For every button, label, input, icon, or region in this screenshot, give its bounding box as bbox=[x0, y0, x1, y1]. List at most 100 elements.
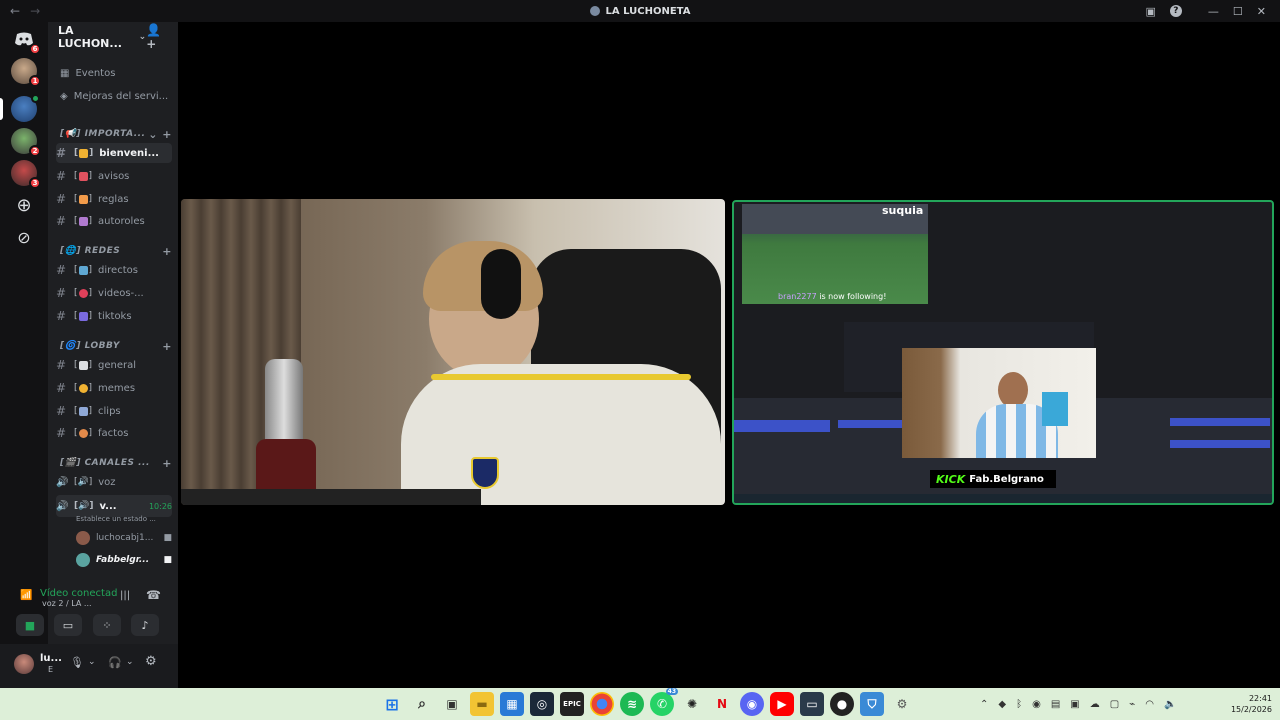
server-badge: 1 bbox=[29, 75, 41, 87]
activities-button[interactable]: ⁘ bbox=[93, 614, 121, 636]
chevron-up-icon[interactable]: ⌃ bbox=[980, 699, 988, 710]
obs-panel-sources bbox=[838, 420, 902, 428]
camera-button[interactable]: ■ bbox=[16, 614, 44, 636]
emoji-icon: [] bbox=[74, 216, 93, 226]
category-canales[interactable]: [🎬] CANALES ... + bbox=[60, 455, 172, 471]
youtube-icon[interactable]: ▶ bbox=[770, 692, 794, 716]
chevron-down-icon: ⌄ bbox=[138, 32, 147, 42]
microphone-icon[interactable]: 🎙 bbox=[70, 656, 84, 669]
steam-icon[interactable]: ◎ bbox=[530, 692, 554, 716]
video-tile-webcam[interactable] bbox=[181, 199, 725, 505]
search-icon[interactable]: ⌕ bbox=[410, 692, 434, 716]
discover-icon[interactable]: ⊘ bbox=[11, 224, 37, 250]
whatsapp-icon[interactable]: ✆ 43 bbox=[650, 688, 678, 716]
security-icon[interactable]: ⛉ bbox=[860, 692, 884, 716]
obs-icon[interactable]: ● bbox=[830, 692, 854, 716]
help-icon[interactable]: ? bbox=[1169, 5, 1182, 17]
add-channel-icon[interactable]: ⌄ + bbox=[148, 128, 172, 141]
store-icon[interactable]: ▦ bbox=[500, 692, 524, 716]
add-channel-icon[interactable]: + bbox=[162, 457, 172, 470]
channel-avisos[interactable]: # [] avisos bbox=[56, 166, 172, 186]
video-tile-screenshare[interactable]: suquia bran2277 is now following! KICK F… bbox=[732, 200, 1274, 505]
chrome-icon[interactable] bbox=[590, 692, 614, 716]
voice-status-text[interactable]: Establece un estado ... bbox=[76, 513, 168, 525]
events-item[interactable]: ▦ Eventos bbox=[60, 63, 115, 83]
discord-home-icon[interactable]: 6 bbox=[11, 26, 41, 55]
forward-arrow-icon[interactable]: → bbox=[30, 4, 40, 18]
server-header[interactable]: LA LUCHON... ⌄ 👤+ bbox=[48, 22, 178, 52]
server-avatar-3[interactable]: 2 bbox=[11, 128, 41, 157]
cloud-icon[interactable]: ☁ bbox=[1090, 699, 1100, 710]
category-redes[interactable]: [🌐] REDES + bbox=[60, 243, 172, 259]
boosts-item[interactable]: ◈ Mejoras del servi... bbox=[60, 86, 168, 106]
minimize-icon[interactable]: — bbox=[1208, 5, 1219, 18]
add-channel-icon[interactable]: + bbox=[162, 340, 172, 353]
server-avatar-4[interactable]: 3 bbox=[11, 160, 41, 189]
usb-icon[interactable]: ⌁ bbox=[1129, 699, 1135, 710]
inbox-icon[interactable]: ▣ bbox=[1146, 5, 1156, 18]
stream-suquia-label: suquia bbox=[882, 204, 924, 217]
invite-people-icon[interactable]: 👤+ bbox=[146, 23, 168, 51]
hash-icon: # bbox=[56, 426, 67, 440]
voice-user-1[interactable]: luchocabj1... ■ bbox=[76, 528, 172, 548]
spotify-icon[interactable]: ≋ bbox=[620, 692, 644, 716]
channel-reglas[interactable]: # [] reglas bbox=[56, 189, 172, 209]
netflix-icon[interactable]: N bbox=[710, 692, 734, 716]
voice-channel-voz[interactable]: 🔊 [🔊] voz bbox=[56, 472, 172, 492]
category-importante[interactable]: [📢] IMPORTA... ⌄ + bbox=[60, 126, 172, 142]
chatgpt-icon[interactable]: ✺ bbox=[680, 692, 704, 716]
category-lobby[interactable]: [🌀] LOBBY + bbox=[60, 338, 172, 354]
bluetooth-icon[interactable]: ᛒ bbox=[1016, 699, 1022, 710]
voice-status[interactable]: Vídeo conectad bbox=[40, 588, 117, 599]
hash-icon: # bbox=[56, 169, 67, 183]
channel-videos[interactable]: # [] videos-... bbox=[56, 283, 172, 303]
settings-icon[interactable]: ⚙ bbox=[890, 692, 914, 716]
gear-icon[interactable]: ⚙ bbox=[145, 654, 157, 669]
channel-autoroles[interactable]: # [] autoroles bbox=[56, 211, 172, 231]
tray-app-icon[interactable]: ▤ bbox=[1051, 699, 1060, 710]
system-tray: ⌃ ◆ ᛒ ◉ ▤ ▣ ☁ ▢ ⌁ ◠ 🔈 bbox=[980, 688, 1176, 720]
server-avatar-2[interactable] bbox=[11, 94, 40, 122]
close-icon[interactable]: ✕ bbox=[1257, 5, 1266, 18]
server-avatar-1[interactable]: 1 bbox=[11, 58, 41, 87]
channel-label: memes bbox=[98, 382, 136, 394]
soundboard-button[interactable]: ♪ bbox=[131, 614, 159, 636]
maximize-icon[interactable]: ☐ bbox=[1233, 5, 1243, 18]
clock[interactable]: 22:41 15/2/2026 bbox=[1231, 693, 1272, 715]
file-explorer-icon[interactable]: ▬ bbox=[470, 692, 494, 716]
emoji-icon: [] bbox=[74, 288, 93, 298]
noise-suppression-icon[interactable]: ||| bbox=[120, 590, 130, 601]
tray-app-icon[interactable]: ◆ bbox=[998, 699, 1006, 710]
channel-tiktoks[interactable]: # [] tiktoks bbox=[56, 306, 172, 326]
channel-directos[interactable]: # [] directos bbox=[56, 260, 172, 280]
task-view-icon[interactable]: ▣ bbox=[440, 692, 464, 716]
disconnect-icon[interactable]: ☎ bbox=[146, 588, 161, 602]
screen-share-button[interactable]: ▭ bbox=[54, 614, 82, 636]
epic-games-icon[interactable]: EPIC bbox=[560, 692, 584, 716]
calendar-icon: ▦ bbox=[60, 67, 70, 79]
channel-memes[interactable]: # [] memes bbox=[56, 378, 172, 398]
start-icon[interactable]: ⊞ bbox=[380, 692, 404, 716]
wifi-icon[interactable]: ◠ bbox=[1145, 699, 1154, 710]
volume-icon[interactable]: 🔈 bbox=[1164, 699, 1176, 710]
avatar[interactable] bbox=[14, 654, 34, 674]
channel-clips[interactable]: # [] clips bbox=[56, 401, 172, 421]
chevron-down-icon[interactable]: ⌄ bbox=[126, 657, 134, 667]
tray-app-icon[interactable]: ◉ bbox=[1032, 699, 1041, 710]
screen-app-icon[interactable]: ▭ bbox=[800, 692, 824, 716]
add-server-icon[interactable]: ⊕ bbox=[11, 192, 37, 218]
channel-bienvenida[interactable]: # [] bienveni... bbox=[56, 143, 172, 163]
tray-app-icon[interactable]: ▣ bbox=[1070, 699, 1079, 710]
username[interactable]: lu... bbox=[40, 653, 62, 664]
back-arrow-icon[interactable]: ← bbox=[10, 4, 20, 18]
tray-app-icon[interactable]: ▢ bbox=[1110, 699, 1119, 710]
chevron-down-icon[interactable]: ⌄ bbox=[88, 657, 96, 667]
headphones-icon[interactable]: 🎧 bbox=[108, 656, 122, 669]
emoji-icon: [] bbox=[74, 406, 93, 416]
channel-factos[interactable]: # [] factos bbox=[56, 423, 172, 443]
voice-channel-sub[interactable]: voz 2 / LA ... bbox=[42, 599, 92, 608]
discord-taskbar-icon[interactable]: ◉ bbox=[740, 692, 764, 716]
channel-general[interactable]: # [] general bbox=[56, 355, 172, 375]
add-channel-icon[interactable]: + bbox=[162, 245, 172, 258]
voice-user-2[interactable]: Fabbelgr... ■ bbox=[76, 550, 172, 570]
